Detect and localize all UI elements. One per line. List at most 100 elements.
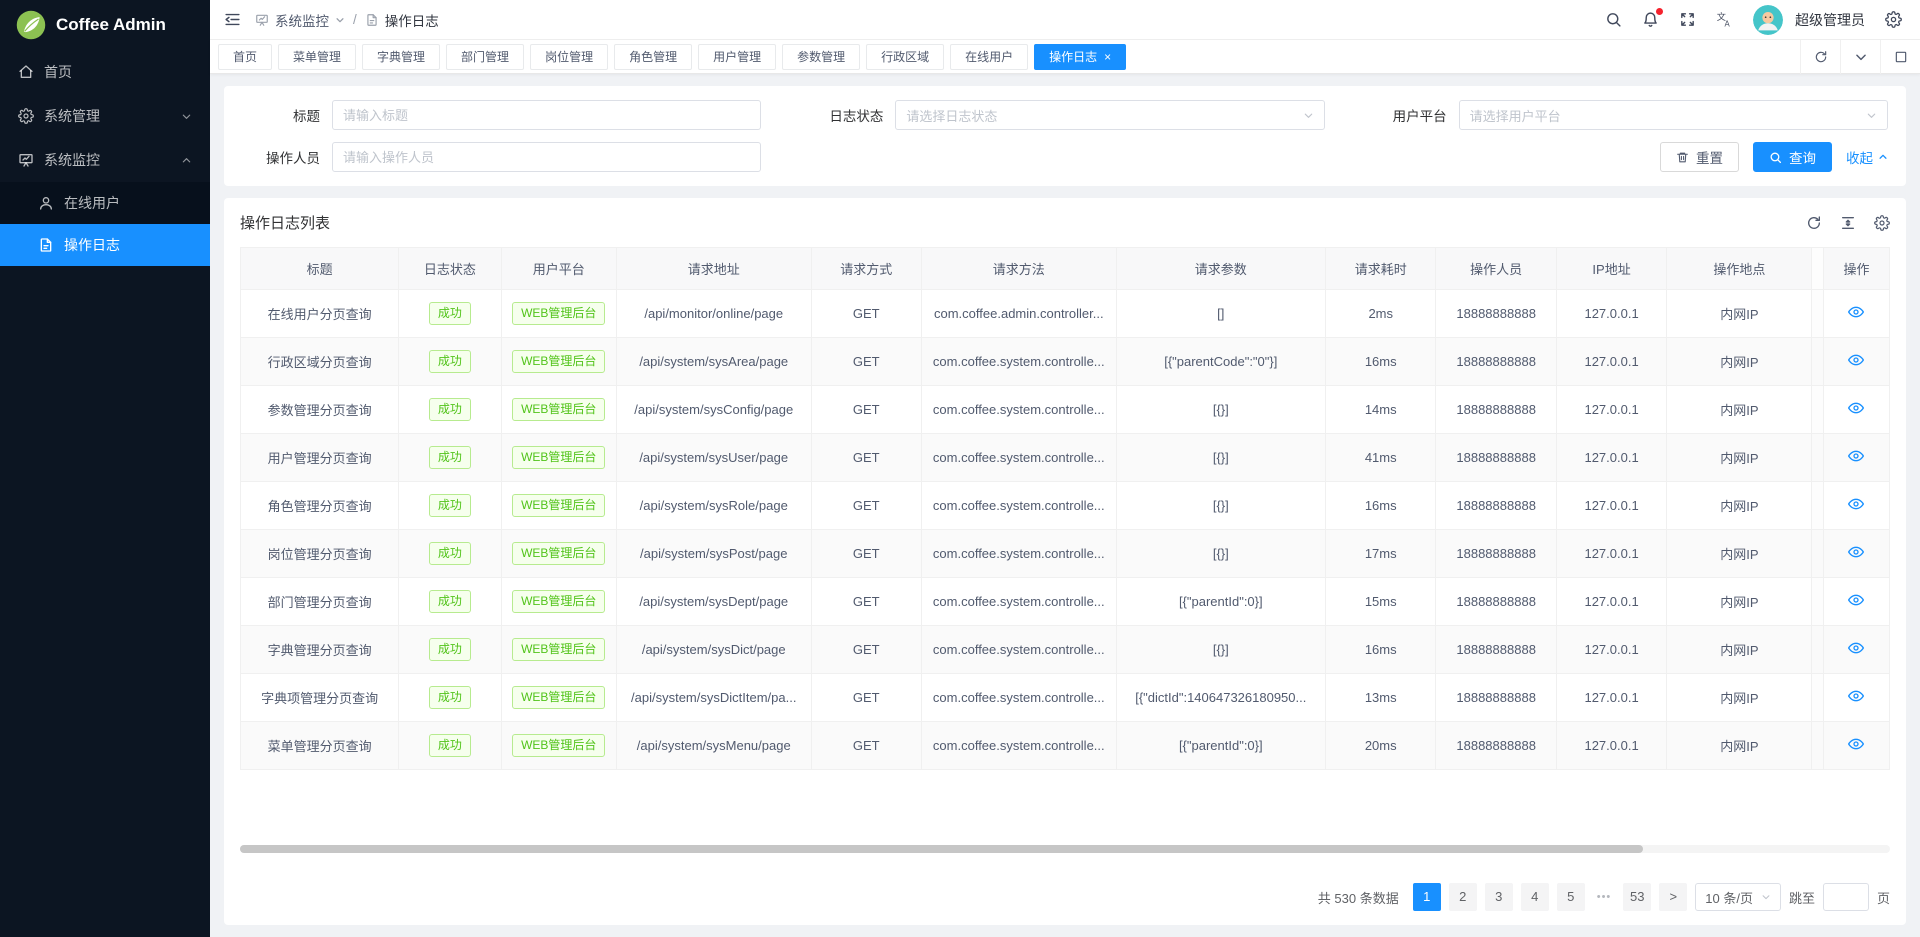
platform-field-label: 用户平台 [1369, 105, 1447, 125]
sidebar-item-online-users[interactable]: 在线用户 [0, 182, 210, 224]
collapse-sidebar-icon[interactable] [224, 11, 241, 28]
tab-user-mgmt[interactable]: 用户管理 [698, 44, 776, 70]
tabbar-chevron-down-button[interactable] [1840, 40, 1880, 74]
bell-icon[interactable] [1642, 11, 1659, 28]
cell-status: 成功 [399, 338, 501, 386]
page-jump: 跳至 页 [1789, 883, 1890, 911]
tab-label: 菜单管理 [293, 48, 341, 65]
table-scrollbar-gap [1812, 530, 1824, 578]
view-detail-eye-icon[interactable] [1848, 496, 1864, 512]
table-scrollbar-gap [1812, 578, 1824, 626]
sidebar-item-operation-log[interactable]: 操作日志 [0, 224, 210, 266]
table-scrollbar-gap [1812, 248, 1824, 290]
page-button-2[interactable]: 2 [1449, 883, 1477, 911]
cell-ip: 127.0.0.1 [1556, 290, 1666, 338]
tab-label: 角色管理 [629, 48, 677, 65]
column-header: 请求地址 [616, 248, 811, 290]
tab-role-mgmt[interactable]: 角色管理 [614, 44, 692, 70]
view-detail-eye-icon[interactable] [1848, 352, 1864, 368]
table-scrollbar-gap [1812, 290, 1824, 338]
tab-home[interactable]: 首页 [218, 44, 272, 70]
cell-method: GET [811, 626, 921, 674]
cell-url: /api/system/sysPost/page [616, 530, 811, 578]
view-detail-eye-icon[interactable] [1848, 544, 1864, 560]
tab-close-icon[interactable]: × [1104, 51, 1111, 63]
sidebar-item-home[interactable]: 首页 [0, 50, 210, 94]
title-input[interactable] [332, 100, 761, 130]
search-button[interactable]: 查询 [1753, 142, 1832, 172]
cell-handler: com.coffee.system.controlle... [922, 434, 1117, 482]
tab-post-mgmt[interactable]: 岗位管理 [530, 44, 608, 70]
breadcrumb-section[interactable]: 系统监控 [275, 10, 329, 30]
cell-location: 内网IP [1667, 386, 1812, 434]
view-detail-eye-icon[interactable] [1848, 304, 1864, 320]
platform-select[interactable]: 请选择用户平台 [1459, 100, 1888, 130]
view-detail-eye-icon[interactable] [1848, 400, 1864, 416]
page-button-4[interactable]: 4 [1521, 883, 1549, 911]
reset-button[interactable]: 重置 [1660, 142, 1739, 172]
platform-badge: WEB管理后台 [512, 590, 605, 613]
cell-params: [{"parentId":0}] [1116, 578, 1325, 626]
form-actions: 重置 查询 收起 [1369, 142, 1888, 172]
horizontal-scrollbar-thumb[interactable] [240, 845, 1643, 853]
cell-ip: 127.0.0.1 [1556, 434, 1666, 482]
tab-online-users[interactable]: 在线用户 [950, 44, 1028, 70]
next-page-button[interactable]: > [1659, 883, 1687, 911]
cell-title: 角色管理分页查询 [241, 482, 399, 530]
page-button-53[interactable]: 53 [1623, 883, 1651, 911]
status-select[interactable]: 请选择日志状态 [895, 100, 1324, 130]
view-detail-eye-icon[interactable] [1848, 736, 1864, 752]
settings-icon[interactable] [1874, 215, 1890, 231]
column-height-icon[interactable] [1840, 215, 1856, 231]
page-button-5[interactable]: 5 [1557, 883, 1585, 911]
user-icon [38, 195, 54, 211]
cell-duration: 14ms [1326, 386, 1436, 434]
table-row: 字典管理分页查询成功WEB管理后台/api/system/sysDict/pag… [241, 626, 1890, 674]
page-jump-input[interactable] [1823, 883, 1869, 911]
tab-label: 参数管理 [797, 48, 845, 65]
tabbar-maximize-button[interactable] [1880, 40, 1920, 74]
page-ellipsis[interactable]: ••• [1593, 891, 1616, 903]
column-header: 请求方法 [922, 248, 1117, 290]
status-badge: 成功 [429, 734, 471, 757]
sidebar-menu: 首页系统管理系统监控在线用户操作日志 [0, 50, 210, 266]
view-detail-eye-icon[interactable] [1848, 688, 1864, 704]
cell-duration: 17ms [1326, 530, 1436, 578]
svg-text:A: A [1725, 20, 1731, 28]
tabbar-refresh-button[interactable] [1800, 40, 1840, 74]
sidebar-item-system-monitor[interactable]: 系统监控 [0, 138, 210, 182]
status-badge: 成功 [429, 542, 471, 565]
tab-config-mgmt[interactable]: 参数管理 [782, 44, 860, 70]
view-detail-eye-icon[interactable] [1848, 448, 1864, 464]
cell-title: 菜单管理分页查询 [241, 722, 399, 770]
tab-menu-mgmt[interactable]: 菜单管理 [278, 44, 356, 70]
table-row: 行政区域分页查询成功WEB管理后台/api/system/sysArea/pag… [241, 338, 1890, 386]
cell-method: GET [811, 434, 921, 482]
view-detail-eye-icon[interactable] [1848, 592, 1864, 608]
search-icon[interactable] [1605, 11, 1622, 28]
translate-icon[interactable]: 文A [1716, 11, 1733, 28]
page-button-3[interactable]: 3 [1485, 883, 1513, 911]
settings-icon[interactable] [1885, 11, 1902, 28]
tab-area-mgmt[interactable]: 行政区域 [866, 44, 944, 70]
file-icon [38, 237, 54, 253]
page-button-1[interactable]: 1 [1413, 883, 1441, 911]
view-detail-eye-icon[interactable] [1848, 640, 1864, 656]
cell-url: /api/system/sysArea/page [616, 338, 811, 386]
column-header: 用户平台 [501, 248, 616, 290]
tab-dept-mgmt[interactable]: 部门管理 [446, 44, 524, 70]
page-size-select[interactable]: 10 条/页 [1695, 883, 1781, 911]
avatar[interactable] [1753, 5, 1783, 35]
cell-action [1823, 338, 1889, 386]
cell-params: [{}] [1116, 434, 1325, 482]
refresh-icon[interactable] [1806, 215, 1822, 231]
tab-operation-log[interactable]: 操作日志× [1034, 44, 1126, 70]
collapse-toggle[interactable]: 收起 [1846, 147, 1888, 167]
horizontal-scrollbar[interactable] [240, 845, 1890, 853]
tab-dict-mgmt[interactable]: 字典管理 [362, 44, 440, 70]
sidebar-item-system-management[interactable]: 系统管理 [0, 94, 210, 138]
fullscreen-icon[interactable] [1679, 11, 1696, 28]
cell-duration: 16ms [1326, 482, 1436, 530]
operator-input[interactable] [332, 142, 761, 172]
operator-field-label: 操作人员 [242, 147, 320, 167]
